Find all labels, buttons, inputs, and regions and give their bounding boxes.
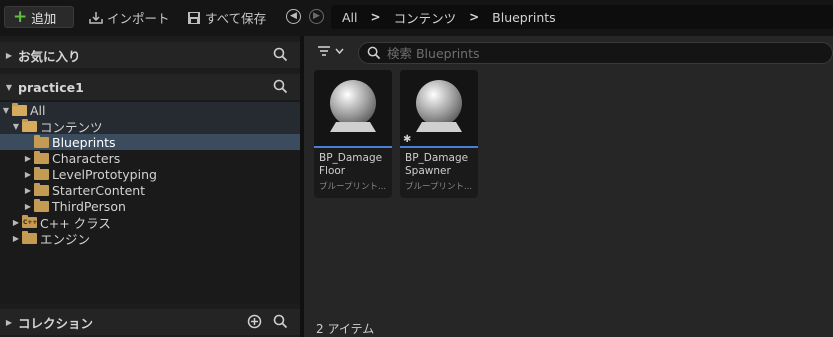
asset-type: ブループリント... — [405, 182, 473, 192]
pedestal-icon — [416, 122, 462, 132]
folder-open-icon — [22, 118, 37, 132]
asset-thumbnail: ✱ — [400, 70, 478, 146]
search-icon[interactable] — [273, 47, 288, 62]
chevron-right-icon[interactable]: > — [371, 10, 381, 24]
plus-icon: + — [13, 6, 28, 27]
tree-item-label: コンテンツ — [40, 119, 103, 135]
material-sphere-icon — [330, 80, 376, 126]
save-all-button[interactable]: すべて保存 — [187, 8, 266, 27]
asset-search[interactable] — [358, 42, 833, 64]
asset-name: BP_Damage Floor — [319, 152, 391, 178]
folder-icon — [34, 150, 49, 164]
tree-item-characters[interactable]: ▶ Characters — [0, 150, 300, 166]
collapse-arrow-icon[interactable]: ▼ — [10, 122, 22, 131]
add-button[interactable]: + 追加 — [4, 6, 74, 28]
add-circle-icon[interactable] — [247, 314, 262, 329]
pedestal-icon — [330, 122, 376, 132]
asset-thumbnail — [314, 70, 392, 146]
expand-arrow-icon[interactable]: ▶ — [0, 318, 18, 327]
save-all-button-label: すべて保存 — [205, 11, 267, 26]
cpp-folder-icon: C++ — [22, 214, 38, 228]
tree-item-label: Characters — [52, 150, 121, 166]
tree-item-levelprototyping[interactable]: ▶ LevelPrototyping — [0, 166, 300, 182]
folder-icon — [34, 134, 49, 148]
tree-item-label: ThirdPerson — [52, 198, 126, 214]
filter-icon — [318, 46, 330, 56]
import-button-label: インポート — [107, 11, 170, 26]
tree-item-label: LevelPrototyping — [52, 166, 157, 182]
asset-tile-bp-damage-floor[interactable]: BP_Damage Floor ブループリント... — [314, 70, 392, 198]
expand-arrow-icon[interactable]: ▶ — [22, 202, 34, 211]
breadcrumb-item-all[interactable]: All — [342, 10, 358, 25]
folder-icon — [34, 182, 49, 196]
tree-item-blueprints[interactable]: Blueprints — [0, 134, 300, 150]
modified-puzzle-icon: ✱ — [403, 134, 412, 145]
asset-name: BP_Damage Spawner — [405, 152, 477, 178]
asset-type: ブループリント... — [319, 182, 387, 192]
folder-icon — [34, 166, 49, 180]
collections-header[interactable]: ▶ コレクション — [0, 309, 300, 335]
top-toolbar: + 追加 インポート すべて保存 ◀ ▶ All > コンテンツ > Bluep… — [0, 0, 833, 34]
tree-item-label: エンジン — [40, 231, 91, 247]
asset-name-line1: BP_Damage — [319, 152, 383, 164]
favorites-title: お気に入り — [18, 48, 81, 64]
breadcrumb-item-blueprints[interactable]: Blueprints — [492, 10, 556, 25]
add-button-label: 追加 — [31, 10, 57, 26]
expand-arrow-icon[interactable]: ▶ — [22, 170, 34, 179]
asset-type-bar — [314, 146, 392, 148]
asset-name-line1: BP_Damage — [405, 152, 469, 164]
search-input[interactable] — [387, 45, 807, 61]
import-button[interactable]: インポート — [89, 8, 170, 27]
tree-item-label: Blueprints — [52, 134, 116, 150]
expand-arrow-icon[interactable]: ▶ — [0, 51, 18, 60]
project-header[interactable]: ▼ practice1 — [0, 74, 300, 100]
favorites-header[interactable]: ▶ お気に入り — [0, 42, 300, 68]
expand-arrow-icon[interactable]: ▶ — [22, 186, 34, 195]
back-icon[interactable]: ◀ — [286, 9, 301, 24]
folder-open-icon — [12, 102, 27, 116]
collapse-arrow-icon[interactable]: ▼ — [0, 106, 12, 115]
search-icon[interactable] — [273, 314, 288, 329]
chevron-right-icon[interactable]: > — [469, 10, 479, 24]
tree-item-label: All — [30, 102, 46, 118]
asset-type-bar — [400, 146, 478, 148]
asset-view: BP_Damage Floor ブループリント... ✱ BP_Damage S… — [304, 36, 833, 337]
collections-title: コレクション — [18, 315, 94, 331]
item-count: 2 アイテム — [316, 322, 375, 336]
search-icon[interactable] — [273, 79, 288, 94]
tree-item-startercontent[interactable]: ▶ StarterContent — [0, 182, 300, 198]
folder-icon — [22, 230, 37, 244]
expand-arrow-icon[interactable]: ▶ — [10, 218, 22, 227]
filter-button[interactable] — [317, 45, 344, 57]
expand-arrow-icon[interactable]: ▶ — [22, 154, 34, 163]
chevron-down-icon — [335, 48, 344, 54]
expand-arrow-icon[interactable]: ▶ — [10, 234, 22, 243]
breadcrumb: All > コンテンツ > Blueprints — [331, 5, 833, 29]
tree-item-engine[interactable]: ▶ エンジン — [0, 230, 300, 247]
forward-icon[interactable]: ▶ — [309, 9, 324, 24]
import-icon — [89, 11, 103, 24]
folder-icon — [34, 198, 49, 212]
save-icon — [188, 11, 200, 24]
collapse-arrow-icon[interactable]: ▼ — [0, 83, 18, 92]
search-icon — [367, 46, 381, 60]
folder-tree: ▼ All ▼ コンテンツ Blueprints ▶ Characters ▶ … — [0, 100, 300, 304]
project-title: practice1 — [18, 79, 84, 95]
asset-tile-bp-damage-spawner[interactable]: ✱ BP_Damage Spawner ブループリント... — [400, 70, 478, 198]
asset-name-line2: Floor — [319, 165, 346, 177]
asset-name-line2: Spawner — [405, 165, 451, 177]
tree-item-content[interactable]: ▼ コンテンツ — [0, 118, 300, 135]
breadcrumb-item-content[interactable]: コンテンツ — [394, 8, 457, 27]
sources-panel: ▶ お気に入り ▼ practice1 ▼ All ▼ コンテンツ Bluepr… — [0, 36, 300, 337]
tree-item-label: StarterContent — [52, 182, 146, 198]
material-sphere-icon — [416, 80, 462, 126]
